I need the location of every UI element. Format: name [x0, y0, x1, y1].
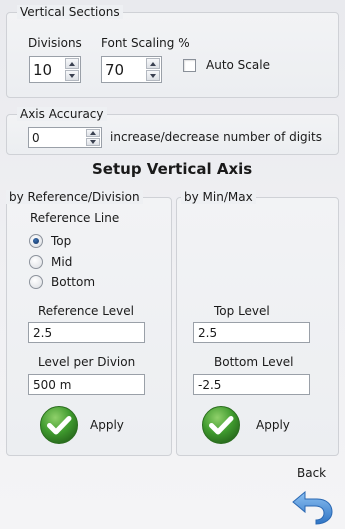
vertical-sections-title: Vertical Sections	[17, 5, 123, 19]
axis-accuracy-hint: increase/decrease number of digits	[110, 130, 322, 144]
auto-scale-label[interactable]: Auto Scale	[206, 58, 270, 72]
font-scaling-label: Font Scaling %	[101, 36, 190, 50]
apply-reference-button[interactable]: Apply	[39, 405, 129, 445]
font-scaling-spinner[interactable]: 70	[101, 56, 162, 83]
back-label[interactable]: Back	[297, 466, 326, 480]
top-level-label: Top Level	[214, 304, 270, 318]
reference-mid-radio[interactable]	[29, 255, 43, 269]
reference-top-radio[interactable]	[29, 234, 43, 248]
chevron-down-icon	[69, 73, 75, 78]
chevron-up-icon	[150, 61, 156, 66]
by-reference-division-title: by Reference/Division	[6, 190, 143, 204]
font-scaling-decrement-button[interactable]	[146, 70, 160, 81]
chevron-up-icon	[69, 61, 75, 66]
by-minmax-title: by Min/Max	[181, 190, 256, 204]
top-level-input[interactable]: 2.5	[193, 322, 310, 343]
divisions-increment-button[interactable]	[65, 58, 79, 69]
setup-vertical-axis-title: Setup Vertical Axis	[92, 160, 253, 178]
auto-scale-checkbox[interactable]	[183, 59, 196, 72]
chevron-up-icon	[90, 131, 96, 135]
axis-accuracy-spinner[interactable]: 0	[28, 127, 102, 148]
apply-minmax-label[interactable]: Apply	[256, 418, 290, 432]
axis-accuracy-increment-button[interactable]	[86, 129, 100, 137]
divisions-decrement-button[interactable]	[65, 70, 79, 81]
bottom-level-label: Bottom Level	[214, 355, 294, 369]
font-scaling-value[interactable]: 70	[105, 57, 124, 82]
back-arrow-icon	[292, 490, 333, 525]
reference-mid-label[interactable]: Mid	[51, 255, 72, 269]
reference-bottom-radio[interactable]	[29, 275, 43, 289]
reference-level-input[interactable]: 2.5	[28, 322, 145, 343]
chevron-down-icon	[90, 140, 96, 144]
back-button[interactable]: Back	[290, 462, 340, 526]
checkmark-icon	[202, 406, 240, 444]
chevron-down-icon	[150, 73, 156, 78]
bottom-level-input[interactable]: -2.5	[193, 374, 310, 395]
apply-minmax-button[interactable]: Apply	[201, 405, 291, 445]
axis-accuracy-value[interactable]: 0	[32, 128, 40, 147]
divisions-spinner[interactable]: 10	[29, 56, 81, 83]
divisions-value[interactable]: 10	[33, 57, 52, 82]
axis-accuracy-decrement-button[interactable]	[86, 138, 100, 146]
level-per-division-label: Level per Divion	[38, 355, 136, 369]
reference-top-label[interactable]: Top	[51, 234, 71, 248]
level-per-division-input[interactable]: 500 m	[28, 374, 145, 395]
vertical-sections-group: Vertical Sections	[6, 5, 339, 98]
checkmark-icon	[40, 406, 78, 444]
reference-bottom-label[interactable]: Bottom	[51, 275, 95, 289]
axis-accuracy-title: Axis Accuracy	[17, 107, 107, 121]
divisions-label: Divisions	[28, 36, 82, 50]
font-scaling-increment-button[interactable]	[146, 58, 160, 69]
apply-reference-label[interactable]: Apply	[90, 418, 124, 432]
reference-level-label: Reference Level	[38, 304, 134, 318]
reference-line-label: Reference Line	[30, 211, 120, 225]
